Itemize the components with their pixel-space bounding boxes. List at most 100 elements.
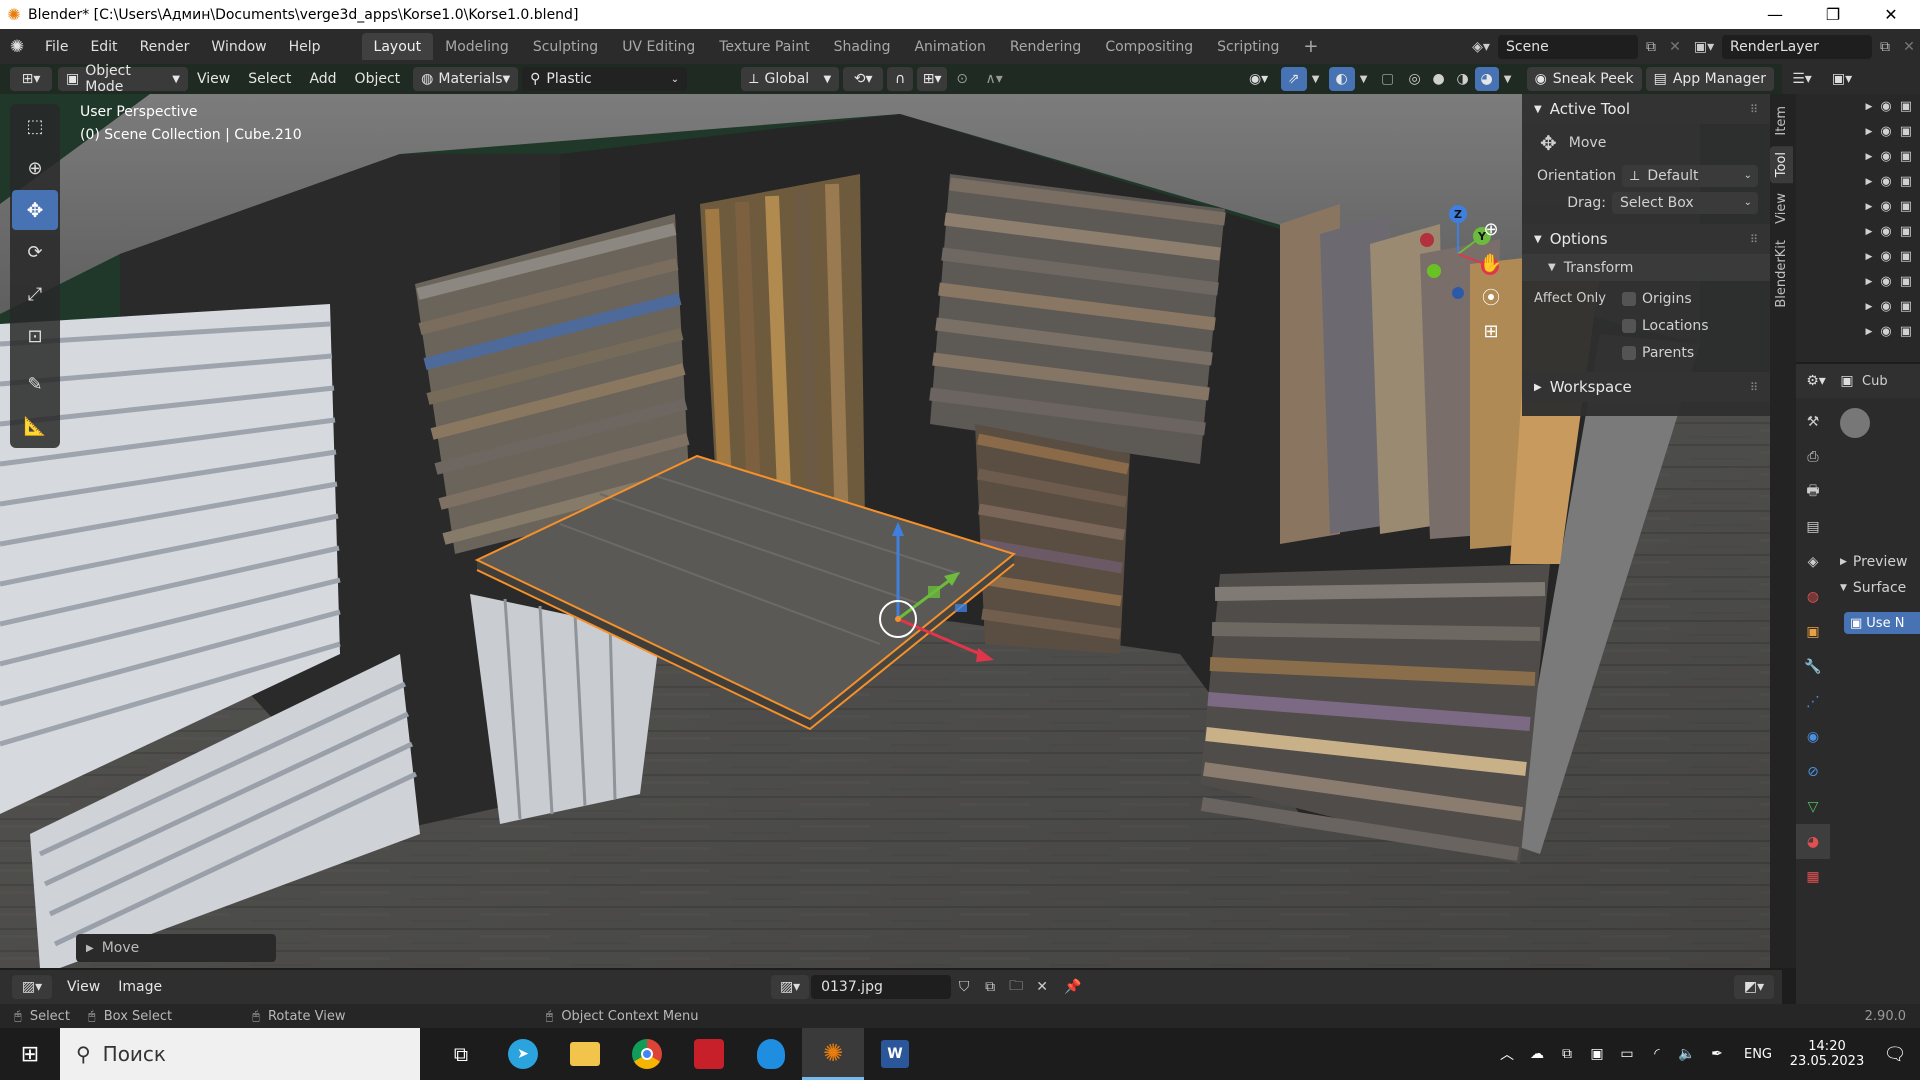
outliner-row[interactable]: ▶ ◉ ▣	[1796, 219, 1920, 244]
expand-icon[interactable]: ▶	[1865, 252, 1872, 262]
tab-compositing[interactable]: Compositing	[1093, 33, 1205, 60]
snap-magnet-icon[interactable]: ∩	[887, 67, 914, 91]
transform-subheader[interactable]: ▼ Transform	[1522, 254, 1770, 281]
outliner-editor-type-icon[interactable]: ☰▾	[1782, 71, 1822, 87]
expand-icon[interactable]: ▶	[1865, 277, 1872, 287]
camera-icon[interactable]: ▣	[1900, 149, 1912, 164]
windows-start-icon[interactable]: ⊞	[0, 1028, 60, 1080]
drag-handle-icon[interactable]: ⠿	[1750, 103, 1758, 116]
active-tool-header[interactable]: ▼ Active Tool ⠿	[1522, 94, 1770, 124]
drag-handle-icon[interactable]: ⠿	[1750, 233, 1758, 246]
scene-field[interactable]: Scene	[1498, 34, 1638, 59]
chrome-icon[interactable]	[616, 1028, 678, 1080]
texture-props-icon[interactable]: ▦	[1796, 859, 1830, 894]
menu-help[interactable]: Help	[278, 29, 332, 64]
minimize-button[interactable]: —	[1746, 0, 1804, 29]
outliner-row[interactable]: ▶ ◉ ▣	[1796, 294, 1920, 319]
eye-icon[interactable]: ◉	[1880, 274, 1891, 289]
camera-icon[interactable]: ▣	[1900, 274, 1912, 289]
image-editor-type-icon[interactable]: ▨▾	[12, 975, 52, 999]
scale-tool[interactable]: ⤢	[12, 274, 58, 314]
app-blue-icon[interactable]	[740, 1028, 802, 1080]
onedrive-icon[interactable]: ☁	[1522, 1046, 1552, 1062]
image-name-field[interactable]: 0137.jpg	[811, 975, 952, 999]
last-operator-panel[interactable]: ▶ Move	[76, 934, 276, 962]
drag-handle-icon[interactable]: ⠿	[1750, 381, 1758, 394]
material-name-field[interactable]: ⚲ Plastic ⌄	[522, 67, 688, 91]
preview-panel-header[interactable]: ▶ Preview	[1840, 554, 1907, 570]
properties-editor-icon[interactable]: ⚙▾	[1796, 373, 1836, 389]
outliner-row[interactable]: ▶ ◉ ▣	[1796, 144, 1920, 169]
rendered-shading-icon[interactable]: ◕	[1474, 67, 1499, 91]
gizmo-neg-z[interactable]	[1452, 287, 1464, 299]
menu-file[interactable]: File	[34, 29, 79, 64]
camera-icon[interactable]: ▣	[1900, 324, 1912, 339]
tab-scripting[interactable]: Scripting	[1205, 33, 1291, 60]
outliner-row[interactable]: ▶ ◉ ▣	[1796, 94, 1920, 119]
material-shading-icon[interactable]: ◑	[1451, 71, 1475, 87]
app-red-icon[interactable]	[678, 1028, 740, 1080]
remove-scene-icon[interactable]: ✕	[1664, 39, 1686, 55]
tab-sculpting[interactable]: Sculpting	[521, 33, 610, 60]
expand-icon[interactable]: ▶	[1865, 127, 1872, 137]
tab-view[interactable]: View	[1770, 187, 1793, 230]
render-props-icon[interactable]: ⎙	[1796, 439, 1830, 474]
menu-object[interactable]: Object	[346, 67, 410, 91]
camera-icon[interactable]: ▣	[1900, 299, 1912, 314]
sneak-peek-button[interactable]: ◉ Sneak Peek	[1526, 67, 1642, 91]
close-button[interactable]: ✕	[1862, 0, 1920, 29]
render-layer-field[interactable]: RenderLayer	[1722, 34, 1872, 59]
gizmo-neg-x[interactable]	[1420, 233, 1434, 247]
expand-icon[interactable]: ▶	[1865, 327, 1872, 337]
scene-icon[interactable]: ◈▾	[1464, 39, 1498, 55]
active-tool-row[interactable]: ✥ Move	[1522, 124, 1770, 162]
physics-props-icon[interactable]: ◉	[1796, 719, 1830, 754]
tab-rendering[interactable]: Rendering	[998, 33, 1094, 60]
select-box-tool[interactable]: ⬚	[12, 106, 58, 146]
add-workspace-button[interactable]: +	[1291, 33, 1330, 60]
eye-icon[interactable]: ◉	[1880, 224, 1891, 239]
eye-icon[interactable]: ◉	[1880, 324, 1891, 339]
drag-dropdown[interactable]: Select Box ⌄	[1612, 191, 1758, 214]
gizmo-menu-icon[interactable]: ▼	[1307, 74, 1325, 85]
surface-panel-header[interactable]: ▼ Surface	[1840, 580, 1906, 596]
cursor-tool[interactable]: ⊕	[12, 148, 58, 188]
tab-modeling[interactable]: Modeling	[433, 33, 521, 60]
locations-checkbox[interactable]	[1622, 318, 1636, 333]
display-channels-icon[interactable]: ◩▾	[1734, 975, 1774, 999]
menu-view[interactable]: View	[188, 67, 239, 91]
move-tool[interactable]: ✥	[12, 190, 58, 230]
snap-target-icon[interactable]: ⊞▾	[917, 67, 948, 91]
gizmo-toggle-icon[interactable]: ⇗	[1280, 67, 1307, 91]
menu-select[interactable]: Select	[239, 67, 300, 91]
expand-icon[interactable]: ▶	[1865, 302, 1872, 312]
3d-viewport[interactable]: Z Y X User Perspective (0) Scene Collect…	[0, 94, 1770, 968]
use-nodes-button[interactable]: ▣ Use N	[1844, 612, 1920, 634]
constraint-props-icon[interactable]: ⊘	[1796, 754, 1830, 789]
camera-icon[interactable]: ▣	[1900, 199, 1912, 214]
mode-dropdown[interactable]: ▣ Object Mode ▼	[58, 63, 188, 95]
perspective-toggle-icon[interactable]: ⊞	[1474, 314, 1508, 348]
eye-icon[interactable]: ◉	[1880, 299, 1891, 314]
camera-icon[interactable]: ▣	[1900, 174, 1912, 189]
eye-icon[interactable]: ◉	[1880, 199, 1891, 214]
outliner-row[interactable]: ▶ ◉ ▣	[1796, 244, 1920, 269]
outliner-row[interactable]: ▶ ◉ ▣	[1796, 169, 1920, 194]
taskbar-search-box[interactable]: ⚲ Поиск	[60, 1028, 420, 1080]
unlink-image-icon[interactable]: ✕	[1029, 979, 1055, 995]
outliner-row[interactable]: ▶ ◉ ▣	[1796, 119, 1920, 144]
world-props-icon[interactable]: ◍	[1796, 579, 1830, 614]
eye-icon[interactable]: ◉	[1880, 99, 1891, 114]
eye-icon[interactable]: ◉	[1880, 249, 1891, 264]
expand-icon[interactable]: ▶	[1865, 177, 1872, 187]
measure-tool[interactable]: 📐	[12, 406, 58, 446]
material-slot-dropdown[interactable]: ◍ Materials ▼	[413, 67, 519, 91]
pan-hand-icon[interactable]: ✋	[1474, 246, 1508, 280]
wifi-icon[interactable]: ◜	[1642, 1046, 1672, 1062]
language-indicator[interactable]: ENG	[1744, 1047, 1772, 1062]
camera-icon[interactable]: ▣	[1900, 99, 1912, 114]
xray-toggle-icon[interactable]: ▢	[1373, 71, 1403, 87]
file-explorer-icon[interactable]	[554, 1028, 616, 1080]
visibility-eye-icon[interactable]: ◉▾	[1241, 71, 1277, 87]
clock[interactable]: 14:20 23.05.2023	[1784, 1039, 1870, 1069]
